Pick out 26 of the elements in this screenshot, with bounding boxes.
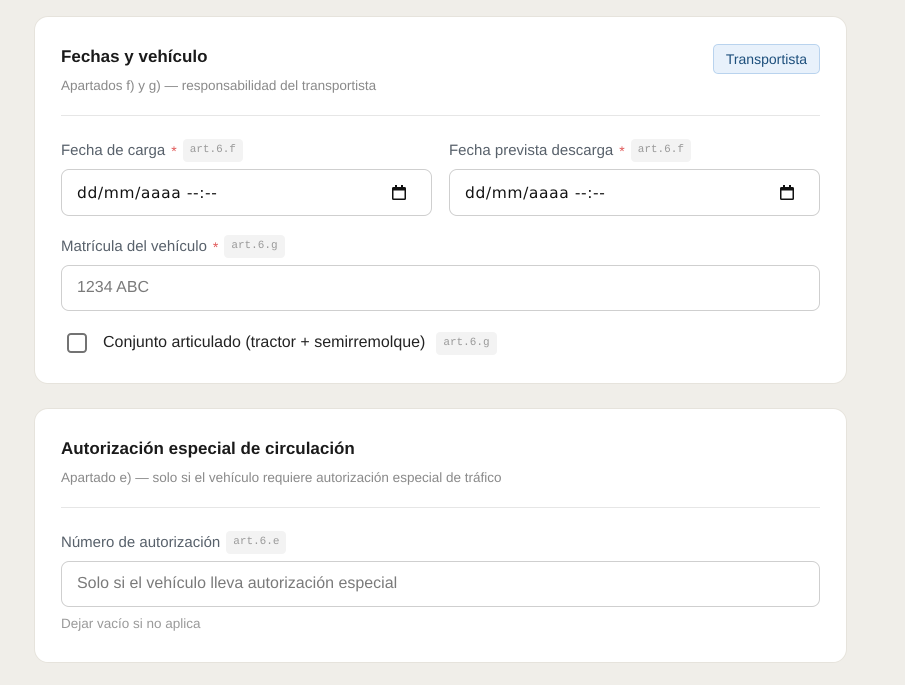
required-asterisk: * [619,142,625,160]
section-title: Autorización especial de circulación [61,438,355,460]
checkbox-label[interactable]: Conjunto articulado (tractor + semirremolque) [103,334,426,352]
article-ref-tag: art.6.g [436,332,497,354]
required-asterisk: * [171,142,177,160]
article-ref-tag: art.6.f [182,139,243,162]
date-input[interactable]: dd/mm/aaaa --:-- [61,169,432,216]
field-label: Número de autorización [61,532,220,552]
field-label: Fecha de carga [61,140,166,160]
article-ref-tag: art.6.f [630,139,691,162]
text-input[interactable]: 1234 ABC [61,265,820,311]
article-ref-tag: art.6.g [224,235,285,258]
field-hint: Dejar vacío si no aplica [61,615,201,633]
date-input[interactable]: dd/mm/aaaa --:-- [449,169,820,216]
text-input[interactable]: Solo si el vehículo lleva autorización especial [61,561,820,607]
required-asterisk: * [212,238,218,256]
field-label: Fecha prevista descarga [449,140,614,160]
checkbox[interactable] [67,333,87,353]
section-title: Fechas y vehículo [61,46,208,68]
calendar-icon[interactable] [780,185,794,200]
field-label: Matrícula del vehículo [61,236,207,256]
article-ref-tag: art.6.e [226,531,286,554]
section-subtitle: Apartado e) — solo si el vehículo requiere autorización especial de tráfico [61,469,502,487]
calendar-icon[interactable] [392,185,406,200]
section-subtitle: Apartados f) y g) — responsabilidad del transportista [61,77,376,95]
role-badge: Transportista [712,44,820,74]
